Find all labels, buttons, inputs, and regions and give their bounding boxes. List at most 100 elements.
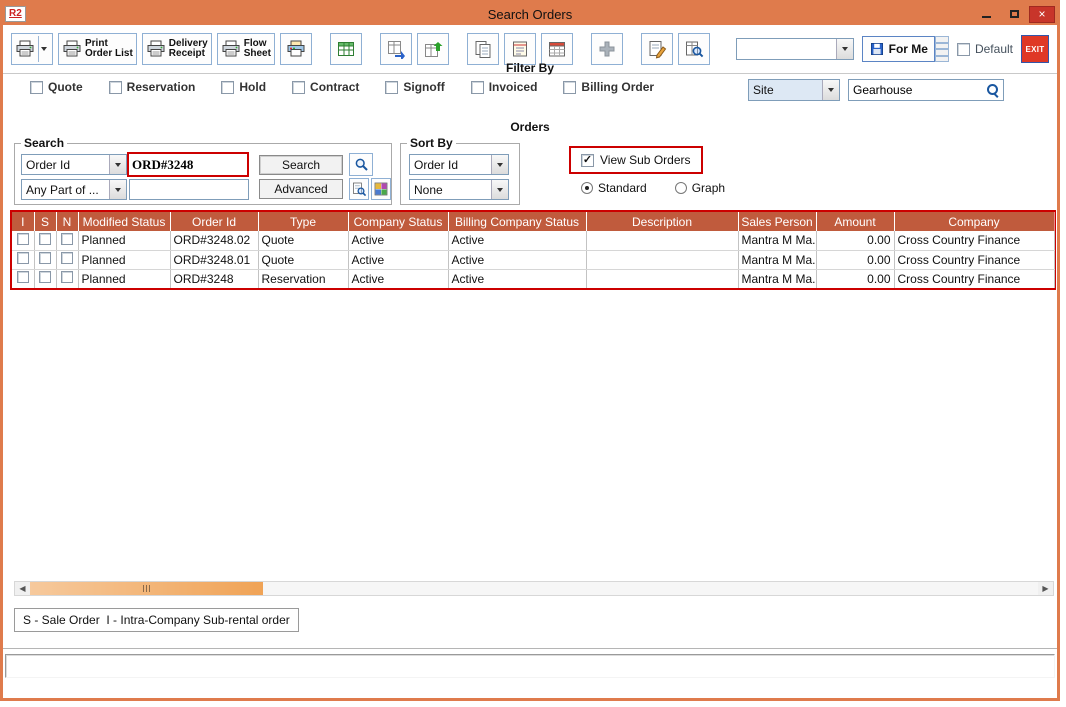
color-grid-icon [373,181,389,197]
sort-primary-dropdown[interactable] [491,155,508,174]
reservation-checkbox[interactable] [109,81,122,94]
cell-type: Quote [258,250,348,269]
col-billing-company-status[interactable]: Billing Company Status [448,212,586,231]
cell-amount: 0.00 [816,250,894,269]
maximize-button[interactable] [1001,6,1027,23]
filter-signoff[interactable]: Signoff [385,80,444,94]
filter-quote[interactable]: Quote [30,80,83,94]
contract-checkbox[interactable] [292,81,305,94]
results-table-highlight: I S N Modified Status Order Id Type Comp… [10,210,1056,290]
for-me-spinner[interactable] [935,36,949,62]
billing-order-checkbox[interactable] [563,81,576,94]
row-checkbox-n[interactable] [61,271,73,283]
cell-modified-status: Planned [78,250,170,269]
row-checkbox-i[interactable] [17,233,29,245]
table-row[interactable]: Planned ORD#3248.02 Quote Active Active … [12,231,1054,250]
printer-icon [15,39,35,59]
filter-contract[interactable]: Contract [292,80,359,94]
col-sales-person[interactable]: Sales Person [738,212,816,231]
hold-label: Hold [239,80,266,94]
standard-option[interactable]: Standard [581,181,647,195]
col-type[interactable]: Type [258,212,348,231]
advanced-button[interactable]: Advanced [259,179,343,199]
search-field-select[interactable]: Order Id [21,154,127,175]
quote-checkbox[interactable] [30,81,43,94]
col-order-id[interactable]: Order Id [170,212,258,231]
view-sub-orders-checkbox[interactable] [581,154,594,167]
sort-primary-select[interactable]: Order Id [409,154,509,175]
for-me-label: For Me [889,42,928,56]
sort-group: Sort By Order Id None [400,143,520,205]
horizontal-scrollbar[interactable]: ◀ ▶ [14,581,1054,596]
hold-checkbox[interactable] [221,81,234,94]
search-icon[interactable] [987,84,1000,97]
sort-secondary-select[interactable]: None [409,179,509,200]
table-row[interactable]: Planned ORD#3248 Reservation Active Acti… [12,269,1054,288]
col-company[interactable]: Company [894,212,1054,231]
search-field-dropdown[interactable] [109,155,126,174]
col-s[interactable]: S [34,212,56,231]
search-group: Search Order Id Search Any Part of ... A… [14,143,392,205]
invoiced-checkbox[interactable] [471,81,484,94]
scrollbar-track[interactable] [30,582,1038,595]
printer-select-dropdown[interactable] [836,39,853,59]
location-search-field[interactable] [848,79,1004,101]
graph-option[interactable]: Graph [675,181,725,195]
secondary-query-input[interactable] [130,180,248,199]
search-query-input[interactable] [129,154,247,175]
row-checkbox-n[interactable] [61,252,73,264]
filter-hold[interactable]: Hold [221,80,266,94]
exit-button[interactable]: EXIT [1021,35,1049,63]
row-checkbox-i[interactable] [17,271,29,283]
row-checkbox-s[interactable] [39,252,51,264]
table-header-row: I S N Modified Status Order Id Type Comp… [12,212,1054,231]
standard-label: Standard [598,181,647,195]
filter-billing-order[interactable]: Billing Order [563,80,654,94]
match-type-dropdown[interactable] [109,180,126,199]
close-button[interactable]: × [1029,6,1055,23]
search-grid-icon [684,39,704,59]
site-select-dropdown[interactable] [822,80,839,100]
col-amount[interactable]: Amount [816,212,894,231]
contract-label: Contract [310,80,359,94]
spinner-up-button[interactable] [935,36,949,49]
search-button[interactable]: Search [259,155,343,175]
graph-label: Graph [692,181,725,195]
standard-radio[interactable] [581,182,593,194]
scroll-left-button[interactable]: ◀ [15,582,30,595]
search-lookup-button[interactable] [349,153,373,176]
filter-reservation[interactable]: Reservation [109,80,196,94]
site-select[interactable]: Site [748,79,840,101]
match-type-select[interactable]: Any Part of ... [21,179,127,200]
filter-invoiced[interactable]: Invoiced [471,80,538,94]
sort-secondary-dropdown[interactable] [491,180,508,199]
col-i[interactable]: I [12,212,34,231]
graph-radio[interactable] [675,182,687,194]
grid-options-button[interactable] [371,178,391,200]
location-input[interactable] [849,83,987,97]
col-description[interactable]: Description [586,212,738,231]
col-company-status[interactable]: Company Status [348,212,448,231]
advanced-search-button[interactable] [349,178,369,200]
cell-order-id: ORD#3248 [170,269,258,288]
scrollbar-thumb[interactable] [30,582,263,595]
row-checkbox-i[interactable] [17,252,29,264]
row-checkbox-s[interactable] [39,233,51,245]
table-row[interactable]: Planned ORD#3248.01 Quote Active Active … [12,250,1054,269]
col-modified-status[interactable]: Modified Status [78,212,170,231]
print-dropdown-arrow[interactable] [38,36,49,62]
signoff-checkbox[interactable] [385,81,398,94]
window-title: Search Orders [3,7,1057,22]
cell-type: Reservation [258,269,348,288]
row-checkbox-s[interactable] [39,271,51,283]
printer-select[interactable] [736,38,854,60]
color-printer-icon [286,39,306,59]
row-checkbox-n[interactable] [61,233,73,245]
cell-amount: 0.00 [816,231,894,250]
default-checkbox[interactable] [957,43,970,56]
minimize-button[interactable] [973,6,999,23]
scroll-right-button[interactable]: ▶ [1038,582,1053,595]
for-me-button[interactable]: For Me [862,36,935,62]
magnifier-doc-icon [351,181,367,197]
col-n[interactable]: N [56,212,78,231]
